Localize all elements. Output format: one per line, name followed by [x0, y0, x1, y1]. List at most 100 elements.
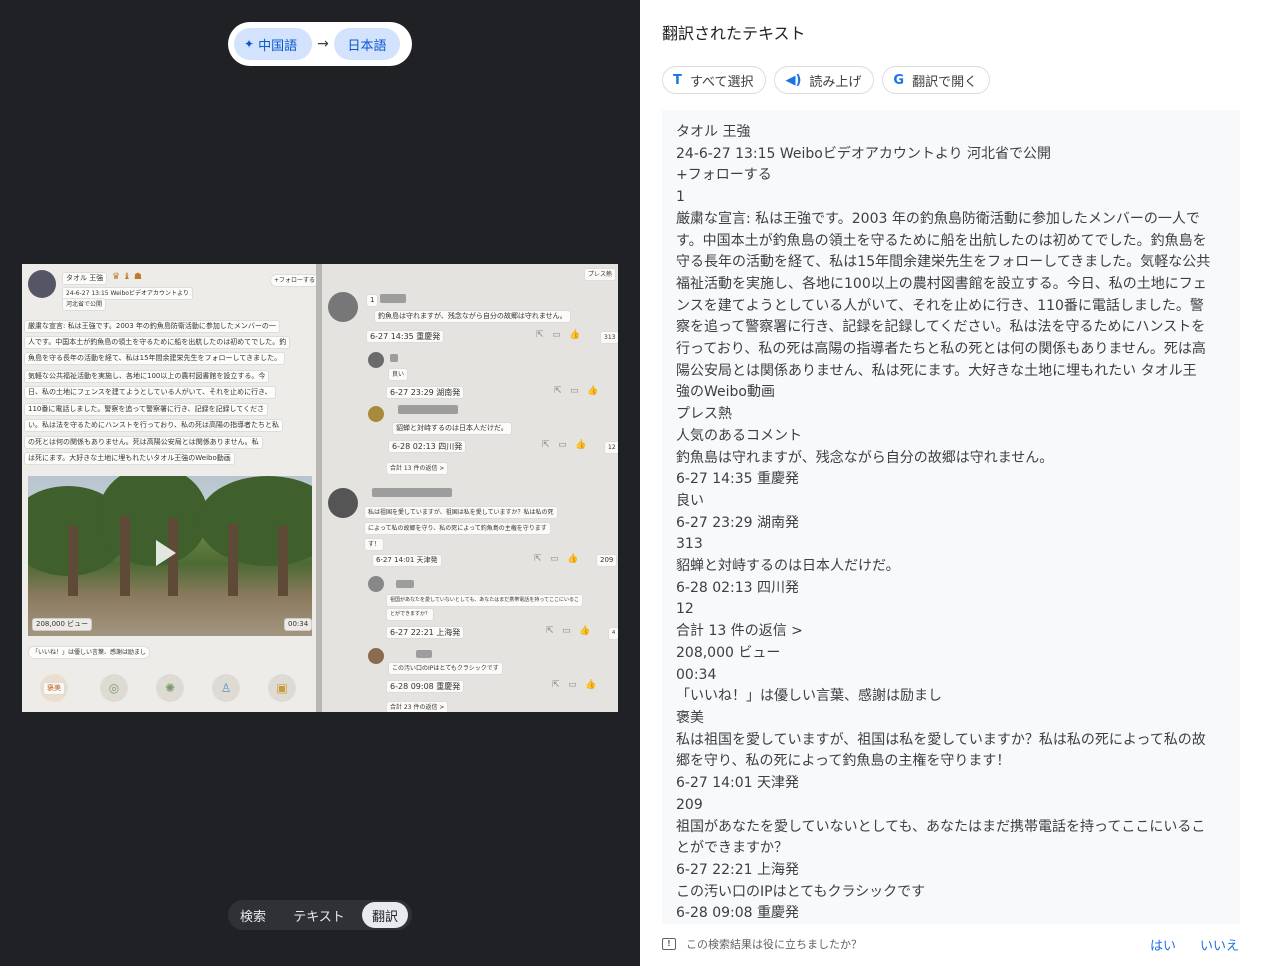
save-icon: ▣ [268, 674, 296, 702]
blurred-username [390, 354, 398, 362]
qq-icon: ♙ [212, 674, 240, 702]
like-caption: 「いいね！」は優しい言葉、感謝は励まし [28, 646, 151, 659]
blurred-username [398, 405, 458, 414]
feedback-yes-link[interactable]: はい [1150, 935, 1176, 954]
translated-line: 1 [676, 189, 685, 206]
avatar [368, 406, 384, 422]
translated-line: 貂蝉と対峙するのは日本人だけだ。 [676, 558, 900, 575]
moments-icon: ✺ [156, 674, 184, 702]
translated-line: 6-27 14:35 重慶発 [676, 471, 800, 488]
post-author: タオル 王強 [62, 272, 108, 285]
comment-text: 良い [388, 368, 409, 381]
post-line: の死とは何の関係もありません。死は高陽公安局とは関係ありません。私 [24, 436, 263, 449]
view-count: 208,000 ビュー [32, 618, 93, 631]
comment-meta: 6-27 23:29 湖南発 [386, 386, 465, 399]
source-language-label: 中国語 [258, 38, 298, 54]
select-all-label: すべて選択 [689, 74, 754, 90]
target-language-label: 日本語 [347, 38, 387, 54]
post-line: 気軽な公共福祉活動を実施し、各地に100以上の農村図書館を設立する。今 [24, 370, 270, 383]
comment-text: 私は祖国を愛していますが、祖国は私を愛していますか？私は私の死 [364, 506, 558, 519]
select-all-button[interactable]: T すべて選択 [662, 66, 767, 94]
translated-line: す。中国本土が釣魚島の領土を守るために船を出航したのは初めてでした。釣魚島を [676, 232, 1207, 249]
avatar [28, 270, 56, 298]
like-count: 4 [608, 627, 618, 640]
comment-meta: 6-27 22:21 上海発 [386, 626, 465, 639]
translated-line: 強のWeibo動画 [676, 384, 775, 401]
comment-action-icons: ⇱ ▭ 👍 [534, 554, 579, 564]
tab-translate[interactable]: 翻訳 [362, 902, 408, 928]
feedback-no-link[interactable]: いいえ [1200, 935, 1239, 954]
translated-line: 察を追って警察署に行き、記録を記録してください。私は法を守るためにハンストを [676, 319, 1206, 336]
translated-line: 人気のあるコメント [676, 427, 802, 444]
video-duration: 00:34 [284, 618, 312, 631]
translated-line: 6-27 23:29 湖南発 [676, 514, 800, 531]
read-aloud-button[interactable]: ◀) 読み上げ [774, 66, 875, 94]
comment-meta: 6-27 14:35 重慶発 [366, 330, 445, 343]
comment-meta: 6-27 14:01 天津発 [372, 554, 442, 567]
praise-label: 褒美 [43, 681, 65, 695]
translated-line: 郷を守り、私の死によって釣魚島の主権を守ります！ [676, 753, 1011, 770]
avatar [328, 488, 358, 518]
google-translate-icon: G [893, 72, 905, 88]
comment-text: この汚い口のIPはとてもクラシックです [388, 662, 503, 675]
post-line: 魚島を守る長年の活動を経て、私は15年間余建栄先生をフォローしてきました。 [24, 352, 286, 365]
text-select-icon: T [673, 72, 682, 88]
feedback-question: この検索結果は役に立ちましたか？ [686, 938, 862, 951]
comment-text: す！ [364, 538, 385, 551]
translated-line: 合計 13 件の返信 > [676, 623, 803, 640]
translated-text-box[interactable]: タオル 王強 24-6-27 13:15 Weiboビデオアカウントより 河北省で… [662, 110, 1240, 924]
target-language-button[interactable]: 日本語 [334, 28, 400, 60]
video-thumbnail: 208,000 ビュー 00:34 [28, 476, 312, 636]
translated-line: プレス熱 [676, 406, 732, 423]
translated-line: 313 [676, 536, 703, 553]
comment-meta: 6-28 09:08 重慶発 [386, 680, 465, 693]
post-line: 厳粛な宣言: 私は王強です。2003 年の釣魚島防衛活動に参加したメンバーの一 [24, 320, 280, 333]
language-selector: ✦ 中国語 → 日本語 [228, 22, 412, 66]
like-count: 313 [600, 331, 618, 344]
translated-line: +フォローする [676, 167, 772, 184]
comment-action-icons: ⇱ ▭ 👍 [552, 680, 597, 690]
translated-line: 208,000 ビュー [676, 644, 781, 661]
translated-line: 12 [676, 601, 694, 618]
translated-line: 6-28 09:08 重慶発 [676, 905, 800, 922]
comment-meta: 6-28 02:13 四川発 [388, 440, 467, 453]
open-in-translate-button[interactable]: G 翻訳で開く [882, 66, 991, 94]
comment-text: 釣魚島は守れますが、残念ながら自分の故郷は守れません。 [374, 310, 571, 323]
praise-circle: 褒美 [40, 674, 68, 702]
feedback-bar: ! この検索結果は役に立ちましたか？ はい いいえ [662, 934, 1240, 954]
hot-label: プレス熱 [584, 268, 617, 281]
play-icon [156, 540, 176, 566]
translated-line: 6-28 02:13 四川発 [676, 579, 800, 596]
avatar [368, 648, 384, 664]
blurred-username [396, 580, 414, 588]
source-language-button[interactable]: ✦ 中国語 [234, 28, 312, 60]
follow-button: +フォローする [270, 274, 320, 287]
blurred-username [416, 650, 432, 658]
translated-line: 祖国があなたを愛していないとしても、あなたはまだ携帯電話を持ってここにいるこ [676, 818, 1206, 835]
translated-line: 24-6-27 13:15 Weiboビデオアカウントより 河北省で公開 [676, 145, 1052, 162]
comment-action-icons: ⇱ ▭ 👍 [554, 386, 599, 396]
reply-count: 合計 23 件の返信 > [386, 701, 449, 712]
tab-text[interactable]: テキスト [276, 902, 362, 928]
translated-line: 厳粛な宣言: 私は王強です。2003 年の釣魚島防衛活動に参加したメンバーの一人… [676, 210, 1200, 227]
like-count: 12 [604, 441, 618, 454]
post-line: 110番に電話しました。警察を追って警察署に行き、記録を記録してくださ [24, 403, 269, 416]
translated-line: 行っており、私の死は高陽の指導者たちと私の死とは何の関係もありません。死は高 [676, 341, 1206, 358]
avatar [368, 352, 384, 368]
translated-line: ンスを建てようとしている人がいて、それを止めに行き、110番に電話しました。警 [676, 297, 1204, 314]
panel-title: 翻訳されたテキスト [662, 24, 806, 43]
tab-search[interactable]: 検索 [230, 902, 276, 928]
translated-line: 6-27 14:01 天津発 [676, 775, 800, 792]
feedback-icon: ! [662, 938, 676, 950]
blurred-username [372, 488, 452, 497]
comment-text: とができますか？ [386, 608, 435, 621]
comment-text: 貂蝉と対峙するのは日本人だけだ。 [392, 422, 512, 435]
translated-text-panel: 翻訳されたテキスト T すべて選択 ◀) 読み上げ G 翻訳で開く タオル 王強… [640, 0, 1262, 966]
mode-switcher: 検索 テキスト 翻訳 [228, 900, 412, 930]
translated-line: 私は祖国を愛していますが、祖国は私を愛していますか？私は私の死によって私の故 [676, 731, 1206, 748]
translated-line: この汚い口のIPはとてもクラシックです [676, 883, 926, 900]
comment-action-icons: ⇱ ▭ 👍 [546, 626, 591, 636]
wechat-icon: ◎ [100, 674, 128, 702]
translated-line: 00:34 [676, 666, 717, 683]
translated-line: 「いいね！」は優しい言葉、感謝は励まし [676, 688, 942, 705]
